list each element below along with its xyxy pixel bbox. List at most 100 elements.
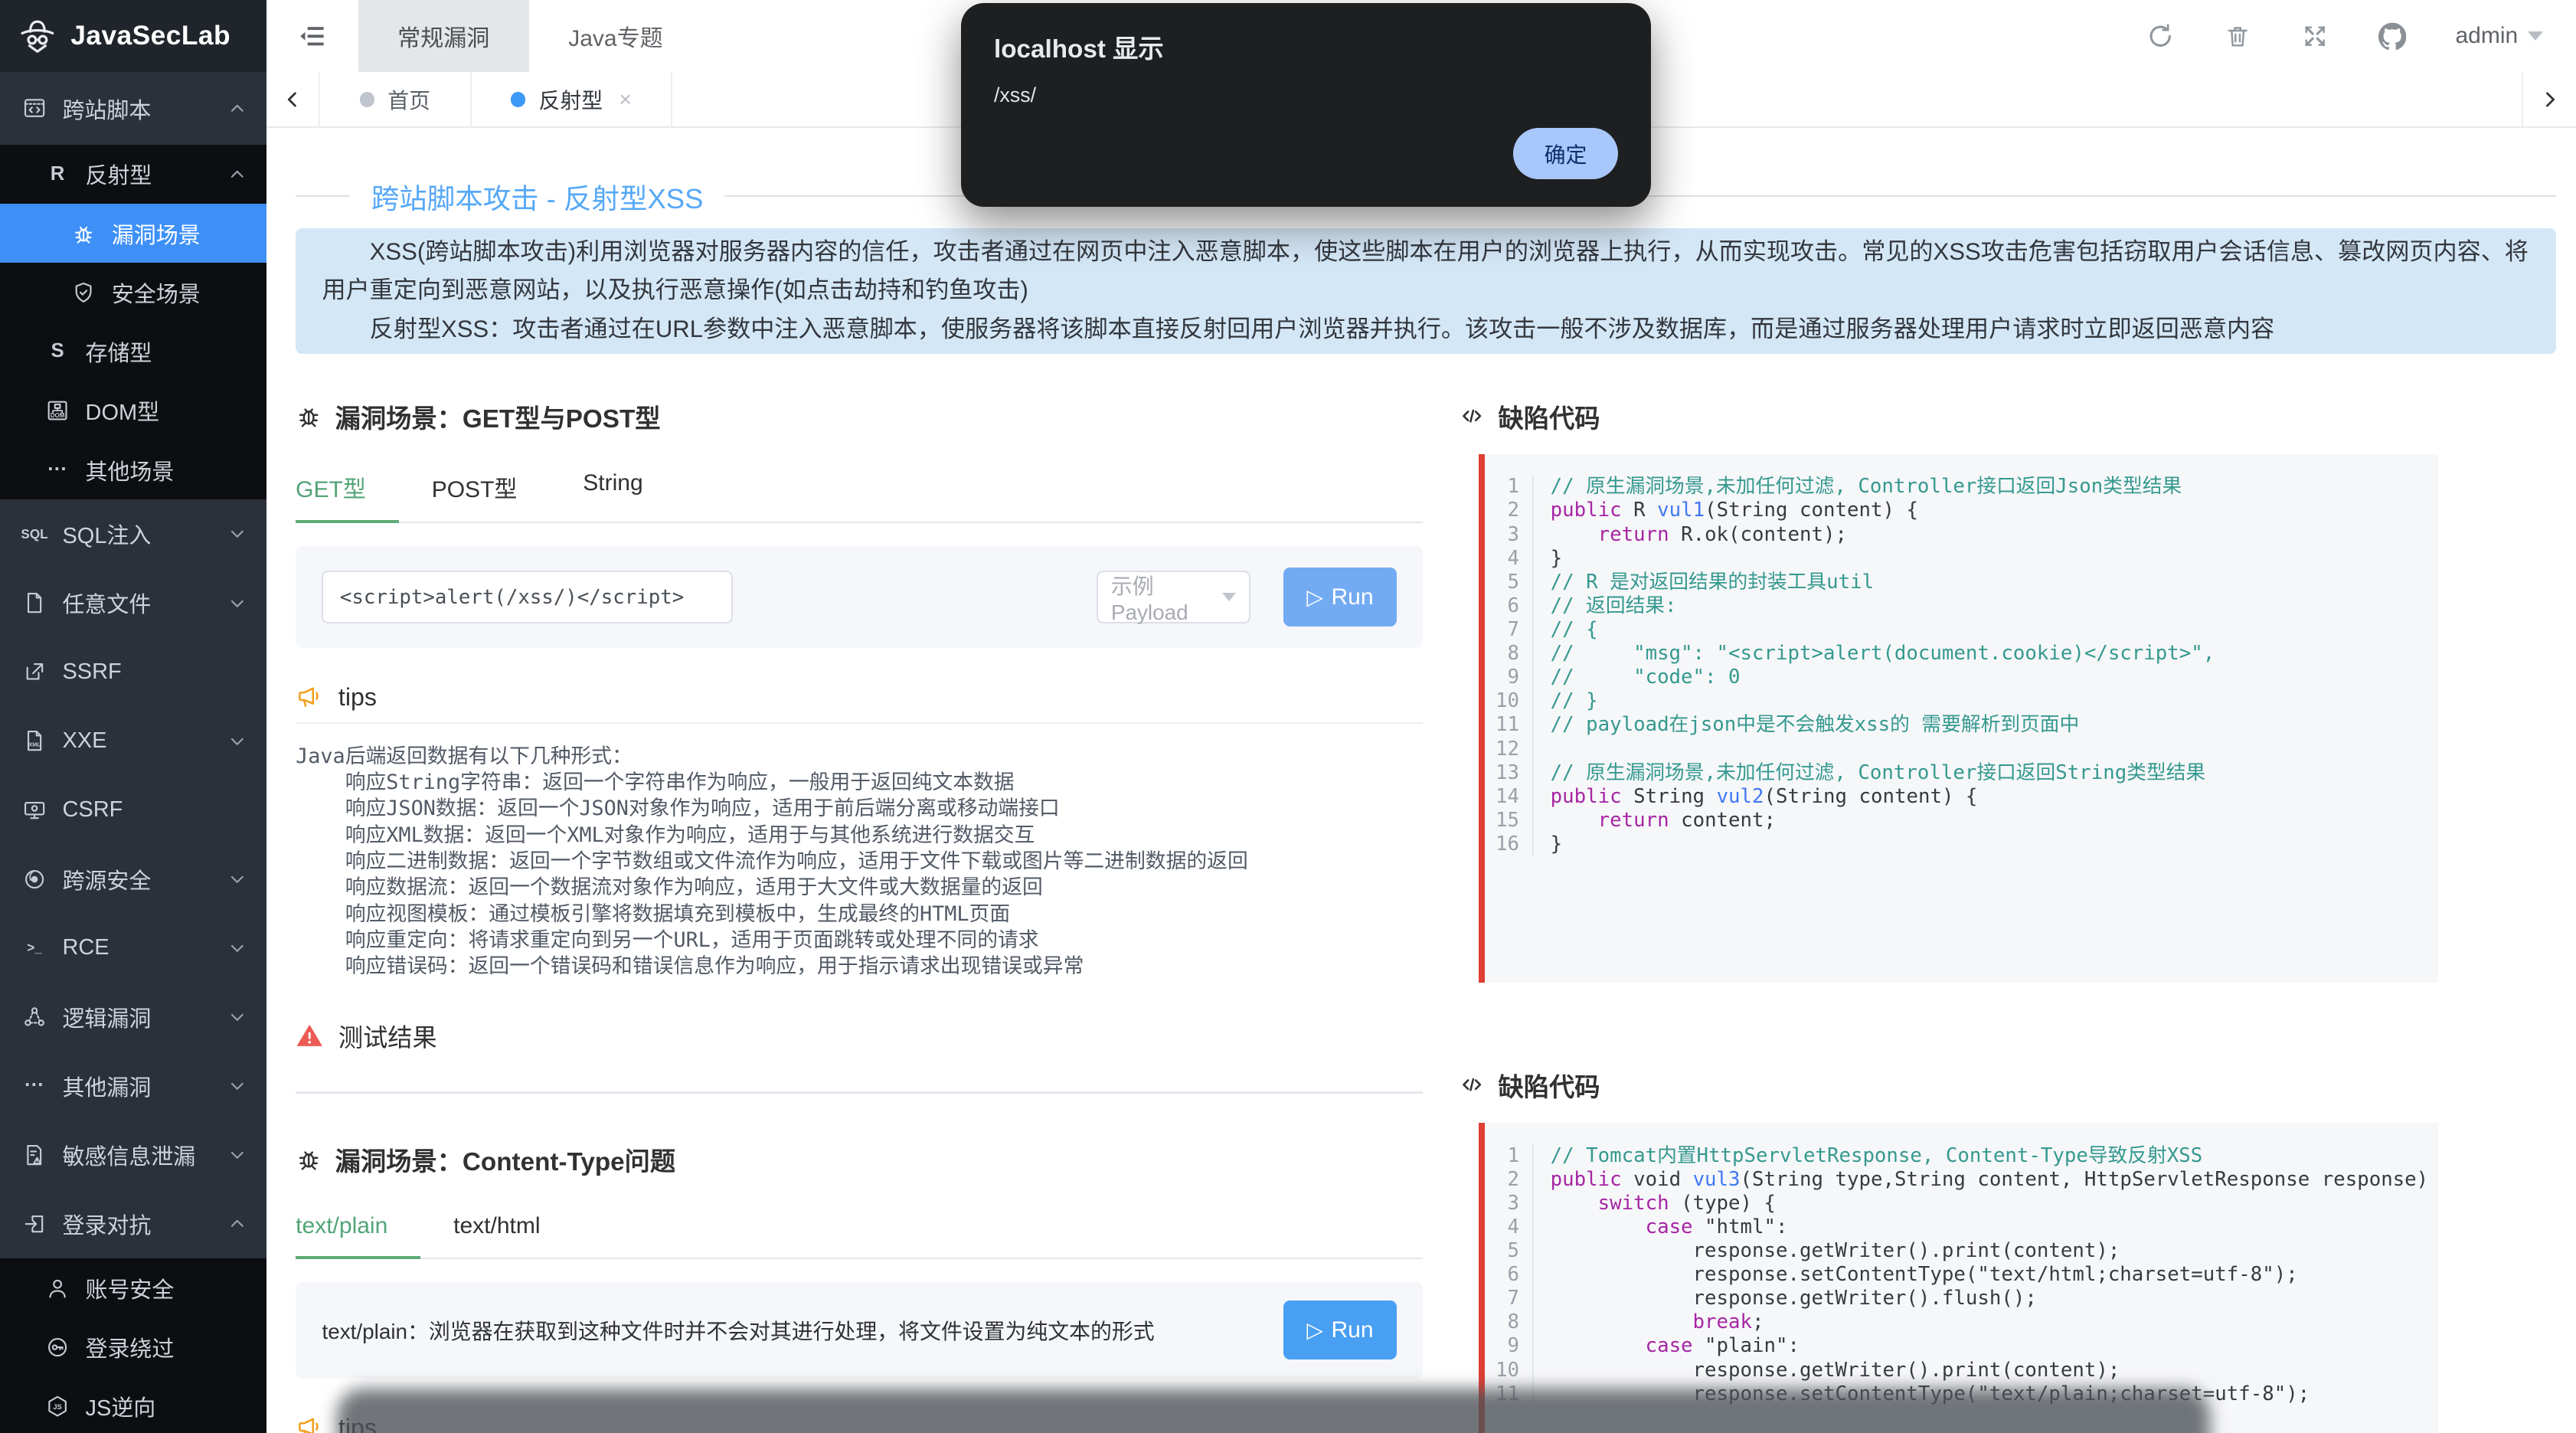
sidebar-item-label: 任意文件 — [62, 587, 151, 619]
sidebar-item-reflected[interactable]: R反射型 — [0, 145, 266, 204]
sidebar-item-ssrf[interactable]: SSRF — [0, 637, 266, 706]
sidebar-collapse-button[interactable] — [266, 0, 358, 72]
sidebar-item-sql-injection[interactable]: SQLSQL注入 — [0, 499, 266, 568]
background-window-edge — [337, 1389, 2210, 1433]
section2-header: 漏洞场景：Content-Type问题 — [296, 1141, 1423, 1177]
fullscreen-icon[interactable] — [2301, 22, 2329, 50]
section1-tabs: GET型POST型String — [296, 456, 1423, 524]
sidebar-item-logic-vuln[interactable]: 逻辑漏洞 — [0, 983, 266, 1052]
topbar-tab-2[interactable]: Java专题 — [529, 0, 702, 72]
line-number: 9 — [1485, 666, 1534, 689]
sidebar-item-other-vuln[interactable]: ···其他漏洞 — [0, 1052, 266, 1121]
code-section2-header: 缺陷代码 — [1459, 1067, 2556, 1103]
tips-line: 响应二进制数据：返回一个字节数组或文件流作为响应，适用于文件下载或图片等二进制数… — [296, 849, 1423, 875]
line-number: 4 — [1485, 547, 1534, 571]
main-area: 常规漏洞Java专题 — [266, 0, 2576, 1433]
line-number: 1 — [1485, 1144, 1534, 1168]
code-line: 11// payload在json中是不会触发xss的 需要解析到页面中 — [1485, 713, 2438, 737]
sidebar: JavaSecLab 跨站脚本R反射型漏洞场景安全场景S存储型DOMDOM型··… — [0, 0, 266, 1433]
topbar-tab-1[interactable]: 常规漏洞 — [358, 0, 529, 72]
code-line: 1// 原生漏洞场景,未加任何过滤, Controller接口返回Json类型结… — [1485, 475, 2438, 499]
key-icon — [44, 1334, 70, 1360]
line-number: 6 — [1485, 1263, 1534, 1287]
tags-scroll-right-button[interactable] — [2522, 72, 2576, 126]
code-line: 14public String vul2(String content) { — [1485, 785, 2438, 809]
code-text: case "html": — [1534, 1215, 1787, 1239]
terminal-icon: >_ — [21, 935, 47, 961]
sidebar-item-label: SQL注入 — [62, 518, 151, 550]
section1-header: 漏洞场景：GET型与POST型 — [296, 398, 1423, 434]
refresh-icon[interactable] — [2146, 22, 2174, 50]
run-button-get[interactable]: ▷Run — [1283, 568, 1396, 627]
sidebar-item-safe-scene[interactable]: 安全场景 — [0, 263, 266, 322]
github-icon[interactable] — [2378, 22, 2406, 50]
sidebar-item-label: 其他场景 — [86, 454, 175, 486]
tags-scroll-left-button[interactable] — [266, 72, 321, 126]
sidebar-item-label: 登录对抗 — [62, 1208, 151, 1240]
svg-text:JS: JS — [53, 1403, 61, 1411]
user-menu[interactable]: admin — [2455, 23, 2543, 49]
code-text — [1534, 738, 1562, 761]
line-number: 2 — [1485, 499, 1534, 522]
sidebar-item-xss[interactable]: 跨站脚本 — [0, 72, 266, 144]
sidebar-item-dom[interactable]: DOMDOM型 — [0, 381, 266, 440]
tips-title-1: tips — [338, 683, 377, 712]
vulnerable-code-block-1: 1// 原生漏洞场景,未加任何过滤, Controller接口返回Json类型结… — [1479, 454, 2438, 983]
section1-tab-3[interactable]: String — [550, 456, 675, 524]
tag-1[interactable]: 首页 — [320, 72, 471, 126]
code-line: 12 — [1485, 738, 2438, 761]
payload-input[interactable] — [322, 571, 732, 623]
code-text: // } — [1534, 689, 1597, 713]
section1-tab-2[interactable]: POST型 — [399, 456, 551, 524]
trash-icon[interactable] — [2224, 22, 2251, 50]
letter-r-icon: R — [44, 161, 70, 187]
sidebar-item-csrf[interactable]: CSRF — [0, 776, 266, 845]
chevron-down-icon — [228, 870, 247, 888]
js-icon: JS — [44, 1393, 70, 1419]
section2-tab-1[interactable]: text/plain — [296, 1199, 420, 1259]
line-number: 5 — [1485, 1239, 1534, 1263]
sidebar-item-info-leak[interactable]: 敏感信息泄漏 — [0, 1121, 266, 1189]
example-payload-select[interactable]: 示例Payload — [1097, 571, 1251, 623]
code-text: response.getWriter().print(content); — [1534, 1239, 2120, 1263]
tag-label: 首页 — [387, 84, 430, 115]
page-content: 跨站脚本攻击 - 反射型XSS XSS(跨站脚本攻击)利用浏览器对服务器内容的信… — [266, 128, 2576, 1432]
section2-title: 漏洞场景：Content-Type问题 — [335, 1140, 676, 1178]
sidebar-item-stored[interactable]: S存储型 — [0, 322, 266, 381]
sidebar-item-label: 敏感信息泄漏 — [62, 1139, 195, 1171]
tips-line: Java后端返回数据有以下几种形式： — [296, 744, 1423, 770]
line-number: 12 — [1485, 738, 1534, 761]
code-line: 3 return R.ok(content); — [1485, 523, 2438, 547]
sidebar-item-login-bypass[interactable]: 登录绕过 — [0, 1317, 266, 1376]
svg-text:DOM: DOM — [51, 412, 65, 419]
sidebar-item-vuln-scene[interactable]: 漏洞场景 — [0, 204, 266, 263]
sidebar-item-rce[interactable]: >_RCE — [0, 914, 266, 983]
sidebar-item-account-security[interactable]: 账号安全 — [0, 1258, 266, 1317]
bug-icon — [70, 220, 96, 246]
sidebar-item-xxe[interactable]: XMLXXE — [0, 706, 266, 775]
sidebar-item-cross-origin[interactable]: 跨源安全 — [0, 845, 266, 914]
section2-tab-2[interactable]: text/html — [420, 1199, 573, 1259]
sidebar-item-other-scene[interactable]: ···其他场景 — [0, 440, 266, 499]
right-column: 缺陷代码 1// 原生漏洞场景,未加任何过滤, Controller接口返回Js… — [1446, 398, 2556, 1433]
browser-alert-dialog: localhost 显示 /xss/ 确定 — [961, 3, 1651, 207]
code-text: response.getWriter().print(content); — [1534, 1359, 2120, 1382]
doc-warning-icon — [21, 1142, 47, 1168]
line-number: 9 — [1485, 1334, 1534, 1358]
megaphone-icon — [296, 683, 323, 711]
section1-tab-1[interactable]: GET型 — [296, 456, 399, 524]
app-logo: JavaSecLab — [0, 0, 266, 72]
open-tags: 首页 反射型× — [320, 72, 672, 126]
sidebar-item-js-reverse[interactable]: JSJS逆向 — [0, 1377, 266, 1433]
left-column: 漏洞场景：GET型与POST型 GET型POST型String 示例Payloa… — [296, 398, 1423, 1433]
alert-ok-button[interactable]: 确定 — [1513, 128, 1618, 179]
sidebar-item-arbitrary-file[interactable]: 任意文件 — [0, 568, 266, 637]
sidebar-item-login-attack[interactable]: 登录对抗 — [0, 1189, 266, 1258]
run-button-content-type[interactable]: ▷Run — [1283, 1300, 1396, 1359]
tag-2[interactable]: 反射型× — [472, 72, 673, 126]
line-number: 7 — [1485, 1287, 1534, 1310]
code-text: // 原生漏洞场景,未加任何过滤, Controller接口返回String类型… — [1534, 761, 2205, 785]
topbar-tabs: 常规漏洞Java专题 — [358, 0, 702, 72]
close-icon[interactable]: × — [619, 89, 632, 110]
code-line: 7// { — [1485, 618, 2438, 642]
